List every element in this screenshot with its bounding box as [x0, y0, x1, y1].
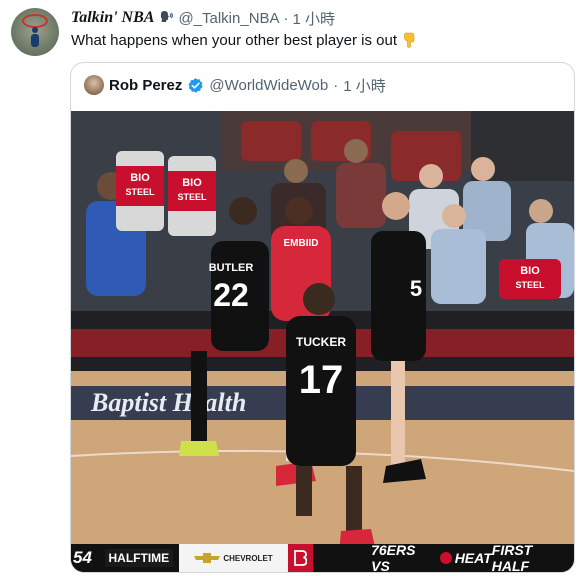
quoted-tweet[interactable]: Rob Perez @WorldWideWob · 1 小時 BIO STEEL… [70, 62, 575, 573]
cooler-ad-5: BIO [520, 265, 540, 277]
tucker-jersey-name: TUCKER [296, 335, 346, 349]
quoted-avatar[interactable] [84, 75, 104, 95]
display-name[interactable]: Talkin' NBA [71, 9, 154, 27]
dragic-jersey-number: 5 [410, 276, 422, 301]
butler-jersey-number: 22 [213, 277, 249, 313]
matchup: 76ERS VS [371, 542, 416, 572]
separator: · [283, 9, 289, 27]
verified-badge-icon [188, 77, 203, 93]
handle[interactable]: @_Talkin_NBA [178, 10, 279, 27]
quoted-timestamp[interactable]: 1 小時 [343, 75, 386, 96]
speaking-head-icon [161, 11, 174, 22]
scorebug: 54 HALFTIME CHEVROLET 76ERS VS HEAT FIRS… [71, 542, 574, 572]
tweet-text: What happens when your other best player… [71, 32, 417, 50]
tweet-header: Talkin' NBA @_Talkin_NBA · 1 小時 [71, 8, 335, 28]
tucker-jersey-number: 17 [299, 358, 344, 402]
embiid-jersey-name: EMBIID [284, 238, 319, 249]
tweet-body: What happens when your other best player… [71, 32, 398, 49]
period: HALFTIME [104, 549, 174, 567]
sponsor-block: CHEVROLET [179, 544, 288, 572]
cooler-ad-1: BIO [130, 172, 150, 184]
avatar[interactable] [11, 8, 59, 56]
game-label: FIRST HALF [491, 542, 533, 572]
b-logo-icon [294, 550, 308, 566]
quoted-display-name[interactable]: Rob Perez [109, 77, 182, 94]
basketball-scene: BIO STEEL BIO STEEL BIO STEEL Baptist He… [71, 111, 574, 553]
sponsor-name: CHEVROLET [223, 553, 273, 563]
cooler-ad-4: STEEL [177, 192, 207, 202]
butler-jersey-name: BUTLER [209, 262, 254, 274]
cooler-ad-3: BIO [182, 177, 202, 189]
chevrolet-bowtie-icon [194, 553, 221, 563]
player-silhouette-icon [31, 27, 39, 47]
quoted-handle[interactable]: @WorldWideWob [209, 77, 328, 94]
timestamp[interactable]: 1 小時 [293, 8, 336, 29]
cooler-ad-2: STEEL [125, 187, 155, 197]
team-name: HEAT [454, 550, 492, 566]
quoted-separator: · [333, 76, 339, 94]
baseline-ad: Baptist Health [90, 388, 246, 417]
video-frame[interactable]: BIO STEEL BIO STEEL BIO STEEL Baptist He… [71, 111, 574, 572]
sponsor-logo [287, 544, 314, 572]
backhand-index-pointing-down-icon [404, 32, 415, 48]
cooler-ad-6: STEEL [515, 280, 545, 290]
score: 54 [73, 548, 92, 567]
heat-logo-icon [439, 552, 452, 564]
quoted-tweet-header: Rob Perez @WorldWideWob · 1 小時 [84, 73, 386, 97]
